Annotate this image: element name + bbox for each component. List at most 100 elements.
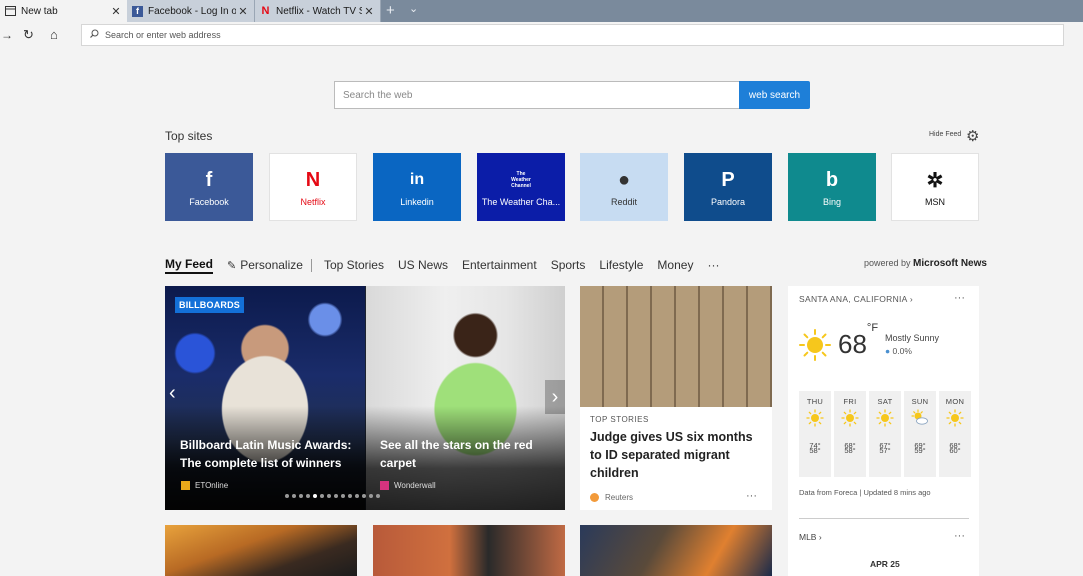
source-label: ETOnline xyxy=(195,481,229,490)
sun-icon xyxy=(834,409,866,429)
top-site-tile-facebook[interactable]: f Facebook xyxy=(165,153,253,221)
forward-icon[interactable]: → xyxy=(1,28,13,42)
carousel-dot[interactable] xyxy=(376,494,380,498)
personalize-label: Personalize xyxy=(240,258,303,272)
netflix-logo-icon: N xyxy=(305,168,321,191)
close-icon[interactable]: ✕ xyxy=(236,5,250,18)
temperature-unit: °F xyxy=(866,322,879,335)
weather-card: SANTA ANA, CALIFORNIA › ··· 68°F Mostly … xyxy=(788,286,979,576)
refresh-icon[interactable]: ↻ xyxy=(23,27,34,43)
carousel-dot[interactable] xyxy=(306,494,310,498)
home-icon[interactable]: ⌂ xyxy=(50,27,58,42)
tab-my-feed[interactable]: My Feed xyxy=(165,257,214,274)
address-placeholder: Search or enter web address xyxy=(105,30,221,40)
tab-sports[interactable]: Sports xyxy=(551,258,586,272)
weather-more-button[interactable]: ··· xyxy=(954,292,965,304)
mlb-section-link[interactable]: MLB › xyxy=(799,532,822,542)
sun-icon xyxy=(939,409,971,429)
web-search-button[interactable]: web search xyxy=(739,81,810,109)
story-more-button[interactable]: ··· xyxy=(746,490,757,502)
sun-icon xyxy=(869,409,901,429)
tab-entertainment[interactable]: Entertainment xyxy=(462,258,537,272)
carousel-dot[interactable] xyxy=(355,494,359,498)
pencil-icon: ✎ xyxy=(227,260,237,272)
tab-facebook[interactable]: f Facebook - Log In or Sign Up ✕ xyxy=(127,0,255,22)
tab-money[interactable]: Money xyxy=(657,258,693,272)
top-site-tile-reddit[interactable]: ● Reddit xyxy=(580,153,668,221)
precip-value: 0.0% xyxy=(892,346,912,356)
hero-headline-2[interactable]: See all the stars on the red carpet xyxy=(380,436,565,472)
carousel-dot[interactable] xyxy=(313,494,317,498)
new-tab-icon[interactable]: + xyxy=(386,2,395,19)
top-site-tile-msn[interactable]: ✲ MSN xyxy=(891,153,979,221)
top-site-tile-the-weather-cha[interactable]: The Weather Channel The Weather Cha... xyxy=(477,153,565,221)
day-name: THU xyxy=(806,397,824,406)
tab-us-news[interactable]: US News xyxy=(398,258,448,272)
top-site-tile-pandora[interactable]: P Pandora xyxy=(684,153,772,221)
forecast-day-mon[interactable]: MON 68° 60° xyxy=(939,391,971,477)
story-thumbnail[interactable] xyxy=(165,525,357,576)
carousel-dot[interactable] xyxy=(320,494,324,498)
carousel-dot[interactable] xyxy=(341,494,345,498)
carousel-dot[interactable] xyxy=(348,494,352,498)
forecast-day-fri[interactable]: FRI 68° 58° xyxy=(834,391,866,477)
carousel-dot[interactable] xyxy=(299,494,303,498)
hero-carousel[interactable]: BILLBOARDS Billboard Latin Music Awards:… xyxy=(165,286,565,510)
more-categories-button[interactable]: ··· xyxy=(707,258,719,272)
tab-menu-chevron-icon[interactable]: ⌄ xyxy=(409,2,418,15)
search-icon xyxy=(90,29,99,41)
carousel-dot[interactable] xyxy=(292,494,296,498)
forecast-day-thu[interactable]: THU 74° 58° xyxy=(799,391,831,477)
day-low: 58° xyxy=(844,446,856,455)
carousel-dot[interactable] xyxy=(362,494,366,498)
powered-brand[interactable]: Microsoft News xyxy=(913,258,987,269)
tab-lifestyle[interactable]: Lifestyle xyxy=(599,258,643,272)
tile-label: The Weather Cha... xyxy=(481,197,561,207)
mlb-more-button[interactable]: ··· xyxy=(954,530,965,542)
weather-location[interactable]: SANTA ANA, CALIFORNIA › xyxy=(799,294,913,304)
close-icon[interactable]: ✕ xyxy=(109,5,123,18)
story-thumbnail[interactable] xyxy=(373,525,565,576)
carousel-dots xyxy=(285,494,383,498)
divider xyxy=(310,258,312,272)
newtab-icon xyxy=(5,6,16,17)
carousel-dot[interactable] xyxy=(334,494,338,498)
tab-netflix[interactable]: N Netflix - Watch TV Shows Online ✕ xyxy=(255,0,381,22)
day-low: 59° xyxy=(914,446,926,455)
top-site-tile-bing[interactable]: b Bing xyxy=(788,153,876,221)
tile-label: Linkedin xyxy=(400,197,434,207)
tab-new-tab[interactable]: New tab ✕ xyxy=(0,0,127,22)
carousel-dot[interactable] xyxy=(327,494,331,498)
tab-label: Facebook - Log In or Sign Up xyxy=(148,5,236,17)
tab-personalize[interactable]: ✎ Personalize xyxy=(227,258,303,272)
facebook-logo-icon: f xyxy=(205,168,213,191)
hide-feed-link[interactable]: Hide Feed xyxy=(929,131,961,138)
story-image[interactable] xyxy=(580,286,772,407)
forecast-day-sat[interactable]: SAT 67° 57° xyxy=(869,391,901,477)
carousel-prev-icon[interactable]: ‹ xyxy=(169,382,176,405)
story-headline[interactable]: Judge gives US six months to ID separate… xyxy=(590,428,765,482)
tab-top-stories[interactable]: Top Stories xyxy=(324,258,384,272)
tile-label: Reddit xyxy=(610,197,637,207)
gear-icon[interactable]: ⚙ xyxy=(966,127,979,145)
top-site-tile-linkedin[interactable]: in Linkedin xyxy=(373,153,461,221)
address-bar[interactable]: Search or enter web address xyxy=(81,24,1064,46)
search-input[interactable]: Search the web xyxy=(334,81,739,109)
top-site-tile-netflix[interactable]: N Netflix xyxy=(269,153,357,221)
top-sites-title: Top sites xyxy=(165,129,213,143)
hero-headline-1[interactable]: Billboard Latin Music Awards: The comple… xyxy=(180,436,365,472)
carousel-dot[interactable] xyxy=(369,494,373,498)
close-icon[interactable]: ✕ xyxy=(362,5,376,18)
location-label: SANTA ANA, CALIFORNIA xyxy=(799,294,908,304)
raindrop-icon: ● xyxy=(885,346,891,356)
story-thumbnail[interactable] xyxy=(580,525,772,576)
carousel-next-icon[interactable]: › xyxy=(545,380,565,414)
powered-prefix: powered by xyxy=(864,258,911,268)
partly-cloudy-icon xyxy=(904,409,936,429)
tile-label: Pandora xyxy=(710,197,746,207)
forecast-day-sun[interactable]: SUN 69° 59° xyxy=(904,391,936,477)
reuters-logo-icon xyxy=(590,493,599,502)
web-search: Search the web web search xyxy=(334,81,810,109)
top-story-card[interactable]: TOP STORIES Judge gives US six months to… xyxy=(580,286,772,510)
carousel-dot[interactable] xyxy=(285,494,289,498)
